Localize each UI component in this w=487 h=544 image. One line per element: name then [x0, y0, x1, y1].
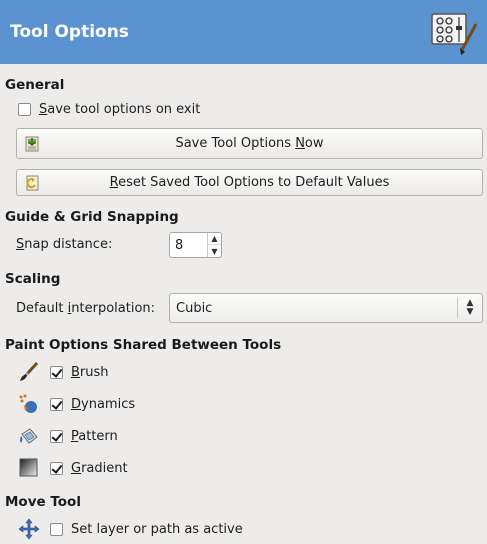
spinner-up-button[interactable]: ▲: [208, 233, 221, 245]
pattern-label: Pattern: [71, 428, 118, 444]
section-move-tool-title: Move Tool: [5, 494, 81, 510]
paint-option-gradient-row[interactable]: Gradient: [18, 457, 128, 479]
set-layer-active-row[interactable]: Set layer or path as active: [18, 518, 243, 540]
set-layer-active-checkbox[interactable]: [50, 522, 63, 536]
spinner-down-button[interactable]: ▼: [208, 245, 221, 257]
section-scaling-title: Scaling: [5, 271, 61, 287]
reset-tool-options-button[interactable]: Reset Saved Tool Options to Default Valu…: [16, 169, 483, 196]
reset-tool-options-label: Reset Saved Tool Options to Default Valu…: [109, 175, 390, 190]
section-paint-options-title: Paint Options Shared Between Tools: [5, 337, 282, 353]
tool-options-icon: [431, 13, 478, 55]
snap-distance-label: Snap distance:: [16, 237, 113, 252]
save-icon: [25, 136, 39, 151]
snap-distance-spinner[interactable]: 8 ▲ ▼: [169, 232, 222, 258]
save-on-exit-checkbox[interactable]: [18, 103, 31, 116]
save-on-exit-row[interactable]: Save tool options on exit: [18, 102, 200, 117]
interpolation-combo[interactable]: Cubic ▲ ▼: [169, 293, 483, 323]
reset-icon: [26, 175, 39, 190]
pattern-checkbox[interactable]: [50, 429, 63, 443]
interpolation-value: Cubic: [176, 301, 213, 316]
save-on-exit-label: Save tool options on exit: [39, 102, 201, 117]
brush-checkbox[interactable]: [50, 365, 63, 379]
set-layer-active-label: Set layer or path as active: [71, 521, 243, 537]
paint-option-dynamics-row[interactable]: Dynamics: [18, 393, 135, 415]
dynamics-icon: [19, 394, 37, 413]
paint-option-pattern-row[interactable]: Pattern: [18, 425, 118, 447]
brush-label: Brush: [71, 364, 109, 380]
header-bar: Tool Options: [0, 0, 487, 64]
gradient-icon: [19, 458, 38, 477]
gradient-checkbox[interactable]: [50, 461, 63, 475]
dynamics-label: Dynamics: [71, 396, 136, 412]
pattern-icon: [20, 428, 38, 444]
brush-icon: [20, 361, 39, 381]
interpolation-label: Default interpolation:: [16, 301, 156, 316]
snap-distance-value[interactable]: 8: [175, 238, 183, 253]
section-snapping-title: Guide & Grid Snapping: [5, 209, 179, 225]
paint-option-brush-row[interactable]: Brush: [18, 361, 109, 383]
page-title: Tool Options: [10, 22, 129, 42]
move-icon: [18, 518, 40, 540]
gradient-label: Gradient: [71, 460, 128, 476]
spinner-buttons: ▲ ▼: [207, 233, 221, 257]
combo-arrows-icon: ▲ ▼: [466, 298, 474, 317]
save-tool-options-now-label: Save Tool Options Now: [175, 136, 324, 151]
save-tool-options-now-button[interactable]: Save Tool Options Now: [16, 128, 483, 159]
section-general-title: General: [5, 77, 65, 93]
dynamics-checkbox[interactable]: [50, 397, 63, 411]
combo-separator: [457, 298, 458, 318]
